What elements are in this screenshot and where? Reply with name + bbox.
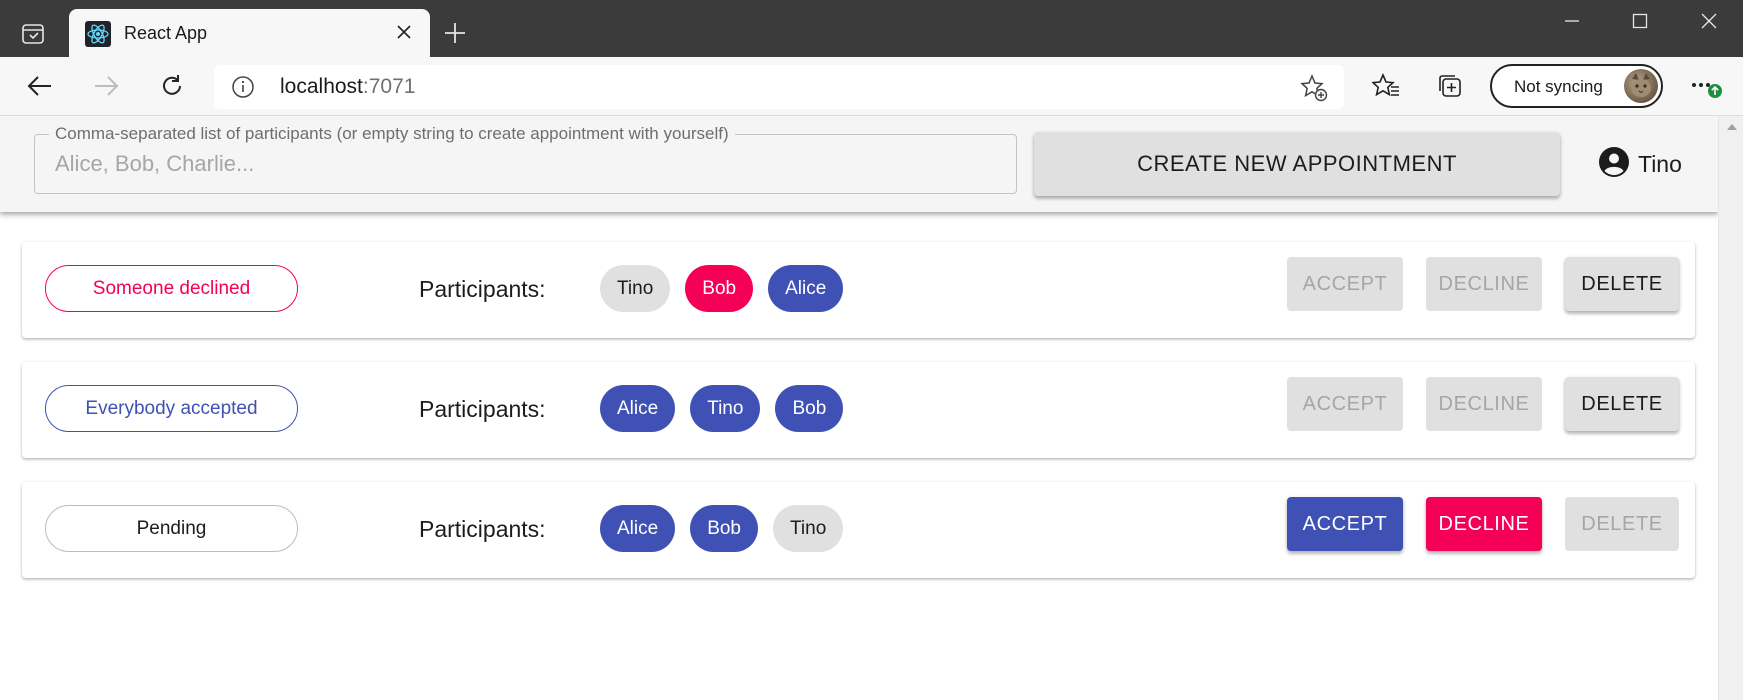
account-circle-icon (1598, 146, 1630, 183)
decline-button[interactable]: DECLINE (1426, 497, 1542, 551)
participant-chip: Bob (685, 265, 754, 312)
current-user[interactable]: Tino (1598, 146, 1682, 183)
accept-button[interactable]: ACCEPT (1287, 377, 1403, 431)
browser-toolbar: localhost:7071 Not syncing (0, 57, 1743, 116)
scrollbar[interactable] (1718, 116, 1743, 700)
browser-tab[interactable]: React App (69, 9, 430, 57)
info-icon[interactable] (231, 75, 255, 99)
participant-chips: Alice Tino Bob (600, 385, 858, 432)
participants-input[interactable] (35, 135, 1016, 193)
appointment-card: Someone declined Participants: Tino Bob Alic… (22, 242, 1695, 338)
participant-chip: Alice (768, 265, 844, 312)
participant-chip: Bob (775, 385, 844, 432)
sync-status-label: Not syncing (1514, 77, 1603, 96)
decline-button[interactable]: DECLINE (1426, 377, 1542, 431)
participant-chips: Alice Bob Tino (600, 505, 858, 552)
participant-chips: Tino Bob Alice (600, 265, 858, 312)
status-badge: Pending (45, 505, 298, 552)
participants-label: Participants: (419, 396, 546, 422)
accept-button[interactable]: ACCEPT (1287, 257, 1403, 311)
delete-button[interactable]: DELETE (1565, 377, 1679, 431)
more-menu-icon[interactable] (1688, 68, 1724, 104)
participants-field: Comma-separated list of participants (or… (34, 124, 1017, 194)
status-badge: Someone declined (45, 265, 298, 312)
appointment-card: Everybody accepted Participants: Alice Tino… (22, 362, 1695, 458)
page-viewport: Comma-separated list of participants (or… (0, 116, 1743, 700)
close-icon[interactable] (392, 20, 416, 44)
profile-avatar (1624, 69, 1658, 103)
participants-label: Participants: (419, 516, 546, 542)
participant-chip: Alice (600, 505, 676, 552)
delete-button[interactable]: DELETE (1565, 257, 1679, 311)
maximize-icon[interactable] (1620, 6, 1660, 36)
profile-sync-button[interactable]: Not syncing (1490, 64, 1663, 108)
minimize-icon[interactable] (1552, 6, 1592, 36)
address-bar[interactable]: localhost:7071 (214, 65, 1344, 109)
favorites-icon[interactable] (1368, 68, 1404, 104)
app-header: Comma-separated list of participants (or… (0, 116, 1718, 212)
participant-chip: Bob (690, 505, 758, 552)
decline-button[interactable]: DECLINE (1426, 257, 1542, 311)
new-tab-icon[interactable] (440, 18, 470, 48)
forward-arrow-icon[interactable] (88, 68, 124, 104)
participant-chip: Tino (690, 385, 761, 432)
participants-label: Participants: (419, 276, 546, 302)
appointment-card: Pending Participants: Alice Bob Tino ACCEPT DE… (22, 482, 1695, 578)
scroll-up-arrow-icon[interactable] (1727, 124, 1737, 130)
window-close-icon[interactable] (1689, 6, 1729, 36)
react-icon (85, 21, 111, 47)
refresh-icon[interactable] (154, 68, 190, 104)
delete-button[interactable]: DELETE (1565, 497, 1679, 551)
tab-title: React App (124, 23, 208, 43)
collections-icon[interactable] (1432, 68, 1468, 104)
participant-chip: Tino (600, 265, 671, 312)
back-arrow-icon[interactable] (22, 68, 58, 104)
add-favorite-icon[interactable] (1300, 74, 1328, 102)
accept-button[interactable]: ACCEPT (1287, 497, 1403, 551)
participant-chip: Alice (600, 385, 676, 432)
status-badge: Everybody accepted (45, 385, 298, 432)
create-appointment-button[interactable]: CREATE NEW APPOINTMENT (1034, 132, 1560, 196)
user-name: Tino (1638, 150, 1682, 177)
browser-titlebar: React App (0, 0, 1743, 57)
url-text: localhost:7071 (280, 75, 416, 98)
participant-chip: Tino (773, 505, 844, 552)
workspaces-icon[interactable] (20, 22, 46, 46)
